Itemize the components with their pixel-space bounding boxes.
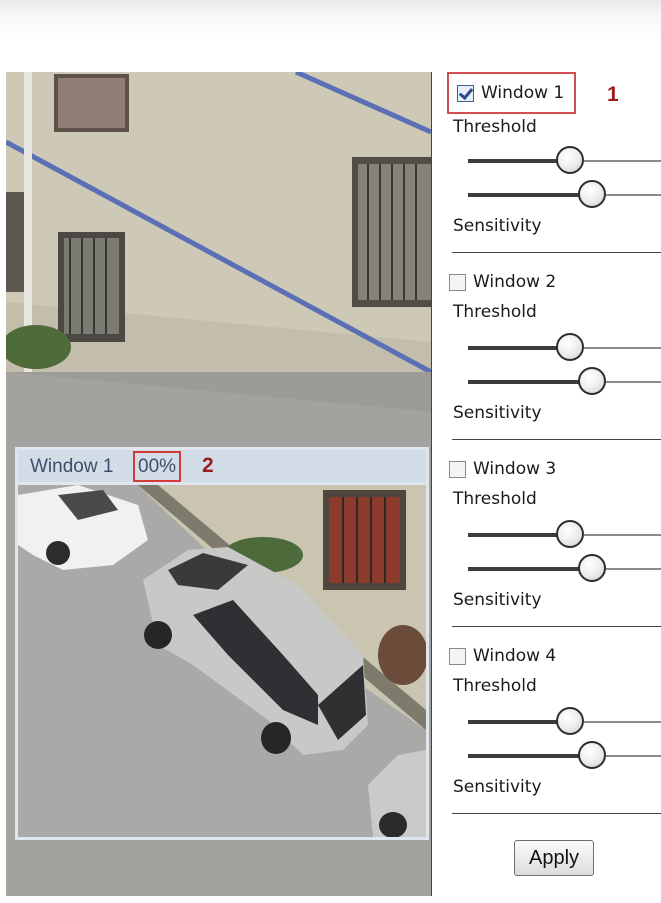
window-3-toggle[interactable]: Window 3	[449, 454, 556, 484]
slider-knob[interactable]	[577, 367, 606, 395]
slider-knob[interactable]	[556, 146, 585, 174]
window-1-sensitivity-label: Sensitivity	[453, 216, 542, 236]
detection-window-overlay[interactable]: Window 1 00% 2	[15, 447, 429, 840]
callout-marker-1: 1	[607, 83, 619, 106]
window-2-label: Window 2	[473, 272, 557, 292]
callout-marker-2: 2	[202, 454, 214, 477]
window-4-sensitivity-slider[interactable]	[468, 741, 661, 771]
window-1-threshold-slider[interactable]	[468, 146, 661, 176]
window-4-threshold-label: Threshold	[453, 676, 537, 696]
window-2-threshold-slider[interactable]	[468, 333, 661, 363]
slider-knob[interactable]	[556, 520, 585, 548]
window-2-checkbox[interactable]	[449, 273, 466, 291]
apply-button[interactable]: Apply	[514, 840, 594, 876]
section-divider	[452, 439, 661, 440]
window-4-checkbox[interactable]	[449, 647, 466, 665]
camera-view[interactable]: Window 1 00% 2	[6, 72, 432, 896]
window-2-toggle[interactable]: Window 2	[449, 267, 556, 297]
motion-settings-panel: Window 1 1 Threshold Sensitivity Window …	[432, 72, 661, 903]
section-divider	[452, 626, 661, 627]
motion-percent-readout: 00%	[133, 451, 182, 482]
window-3-threshold-label: Threshold	[453, 489, 537, 509]
window-3-sensitivity-label: Sensitivity	[453, 590, 542, 610]
section-divider	[452, 813, 661, 814]
window-2-sensitivity-label: Sensitivity	[453, 403, 542, 423]
window-4-sensitivity-label: Sensitivity	[453, 777, 542, 797]
window-3-threshold-slider[interactable]	[468, 520, 661, 550]
detection-window-header: Window 1 00% 2	[18, 450, 426, 482]
slider-knob[interactable]	[577, 180, 606, 208]
window-3-sensitivity-slider[interactable]	[468, 554, 661, 584]
window-1-toggle[interactable]: Window 1	[447, 72, 577, 114]
section-divider	[452, 252, 661, 253]
window-1-threshold-label: Threshold	[453, 117, 537, 137]
window-1-sensitivity-slider[interactable]	[468, 180, 661, 210]
window-3-label: Window 3	[473, 459, 557, 479]
slider-knob[interactable]	[577, 741, 606, 769]
window-2-sensitivity-slider[interactable]	[468, 367, 661, 397]
window-1-label: Window 1	[481, 83, 565, 103]
detection-window-image	[18, 485, 426, 837]
slider-knob[interactable]	[556, 707, 585, 735]
window-1-checkbox[interactable]	[457, 84, 474, 102]
slider-knob[interactable]	[556, 333, 585, 361]
window-4-label: Window 4	[473, 646, 557, 666]
window-2-threshold-label: Threshold	[453, 302, 537, 322]
window-4-toggle[interactable]: Window 4	[449, 641, 556, 671]
top-bar	[0, 0, 661, 60]
window-4-threshold-slider[interactable]	[468, 707, 661, 737]
detection-window-title: Window 1	[30, 456, 114, 477]
window-3-checkbox[interactable]	[449, 460, 466, 478]
slider-knob[interactable]	[577, 554, 606, 582]
